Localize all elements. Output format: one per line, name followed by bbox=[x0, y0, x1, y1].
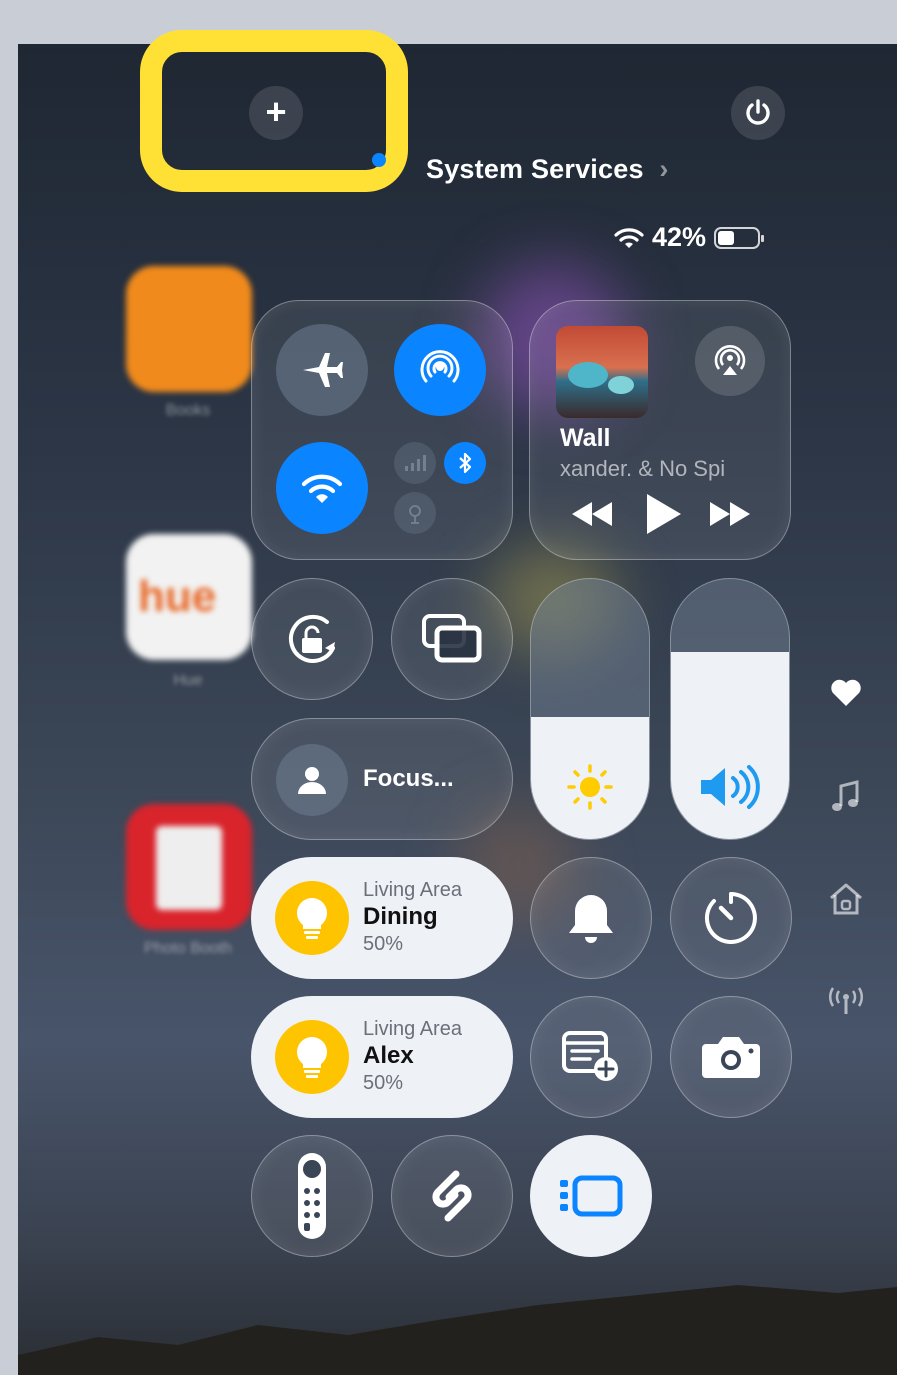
lightbulb-icon bbox=[275, 1020, 349, 1094]
forward-button[interactable] bbox=[708, 498, 752, 535]
timer-icon bbox=[704, 892, 757, 944]
track-artist: xander. & No Spi bbox=[560, 456, 726, 481]
satellite-toggle[interactable] bbox=[394, 492, 436, 534]
photo-booth-app-icon bbox=[126, 804, 252, 930]
apple-tv-remote-button[interactable] bbox=[251, 1135, 373, 1257]
highlight-annotation bbox=[140, 30, 408, 192]
focus-person-button bbox=[276, 744, 348, 816]
battery-percent: 42% bbox=[652, 222, 707, 252]
rewind-button[interactable] bbox=[570, 498, 614, 535]
silent-mode-toggle[interactable] bbox=[530, 857, 652, 979]
heart-icon bbox=[831, 679, 861, 706]
light-level-label: 50% bbox=[363, 933, 404, 955]
chevron-right-icon: › bbox=[659, 154, 669, 184]
location-dot-icon bbox=[372, 153, 386, 167]
camera-button[interactable] bbox=[670, 996, 792, 1118]
wifi-icon bbox=[301, 474, 343, 503]
airplane-mode-toggle[interactable] bbox=[276, 324, 368, 416]
cellular-icon bbox=[405, 455, 426, 471]
satellite-icon bbox=[409, 505, 421, 524]
power-icon bbox=[746, 99, 770, 125]
light-name-label: Dining bbox=[363, 903, 438, 930]
screen-mirroring-toggle[interactable] bbox=[391, 578, 513, 700]
photo-booth-app-label: Photo Booth bbox=[143, 940, 233, 957]
light-room-label: Living Area bbox=[363, 1018, 462, 1040]
antenna-icon bbox=[828, 987, 864, 1014]
forward-icon bbox=[710, 502, 750, 526]
stage-manager-toggle[interactable] bbox=[530, 1135, 652, 1257]
play-button[interactable] bbox=[643, 492, 683, 541]
airdrop-icon bbox=[420, 350, 460, 383]
airplane-icon bbox=[303, 353, 343, 387]
power-button[interactable] bbox=[731, 86, 785, 140]
light-level-label: 50% bbox=[363, 1072, 404, 1094]
system-services-link[interactable]: System Services › bbox=[426, 154, 669, 185]
album-artwork bbox=[556, 326, 648, 418]
music-page-indicator[interactable] bbox=[828, 780, 864, 814]
bluetooth-toggle[interactable] bbox=[444, 442, 486, 484]
airplay-icon bbox=[714, 345, 746, 375]
books-app-icon bbox=[126, 266, 252, 392]
hue-app-icon: hue bbox=[126, 534, 252, 660]
airplay-button[interactable] bbox=[695, 326, 765, 396]
bluetooth-icon bbox=[459, 452, 472, 474]
system-services-label: System Services bbox=[426, 154, 644, 184]
shazam-icon bbox=[432, 1170, 472, 1222]
rotation-lock-icon bbox=[288, 614, 335, 663]
home-page-indicator[interactable] bbox=[828, 882, 864, 916]
favorites-page-indicator[interactable] bbox=[828, 678, 864, 708]
light-room-label: Living Area bbox=[363, 879, 462, 901]
wifi-toggle[interactable] bbox=[276, 442, 368, 534]
timer-button[interactable] bbox=[670, 857, 792, 979]
remote-icon bbox=[298, 1153, 326, 1239]
battery-icon bbox=[714, 226, 765, 249]
rotation-lock-toggle[interactable] bbox=[251, 578, 373, 700]
sun-icon bbox=[567, 764, 613, 810]
play-icon bbox=[647, 494, 681, 534]
shazam-button[interactable] bbox=[391, 1135, 513, 1257]
hue-app-label: Hue bbox=[173, 672, 203, 689]
wallpaper-mountains bbox=[18, 1285, 897, 1375]
brightness-slider[interactable] bbox=[530, 578, 650, 840]
volume-slider[interactable] bbox=[670, 578, 790, 840]
home-icon bbox=[830, 883, 862, 915]
connectivity-page-indicator[interactable] bbox=[828, 986, 864, 1016]
stage-manager-icon bbox=[560, 1175, 623, 1217]
light-tile-alex[interactable]: Living Area Alex 50% bbox=[251, 996, 513, 1118]
screen-mirroring-icon bbox=[422, 614, 482, 663]
status-bar: 42% bbox=[614, 222, 765, 253]
camera-icon bbox=[702, 1037, 760, 1078]
cellular-toggle[interactable] bbox=[394, 442, 436, 484]
wifi-icon bbox=[614, 227, 644, 248]
quick-note-button[interactable] bbox=[530, 996, 652, 1118]
speaker-icon bbox=[701, 765, 760, 809]
airdrop-toggle[interactable] bbox=[394, 324, 486, 416]
lightbulb-icon bbox=[275, 881, 349, 955]
light-tile-dining[interactable]: Living Area Dining 50% bbox=[251, 857, 513, 979]
bell-icon bbox=[569, 895, 613, 943]
track-title: Wall bbox=[560, 424, 611, 452]
rewind-icon bbox=[572, 502, 612, 526]
light-name-label: Alex bbox=[363, 1042, 414, 1069]
quick-note-icon bbox=[562, 1031, 618, 1081]
person-icon bbox=[298, 767, 326, 794]
focus-label: Focus... bbox=[363, 765, 454, 792]
music-icon bbox=[832, 780, 859, 811]
